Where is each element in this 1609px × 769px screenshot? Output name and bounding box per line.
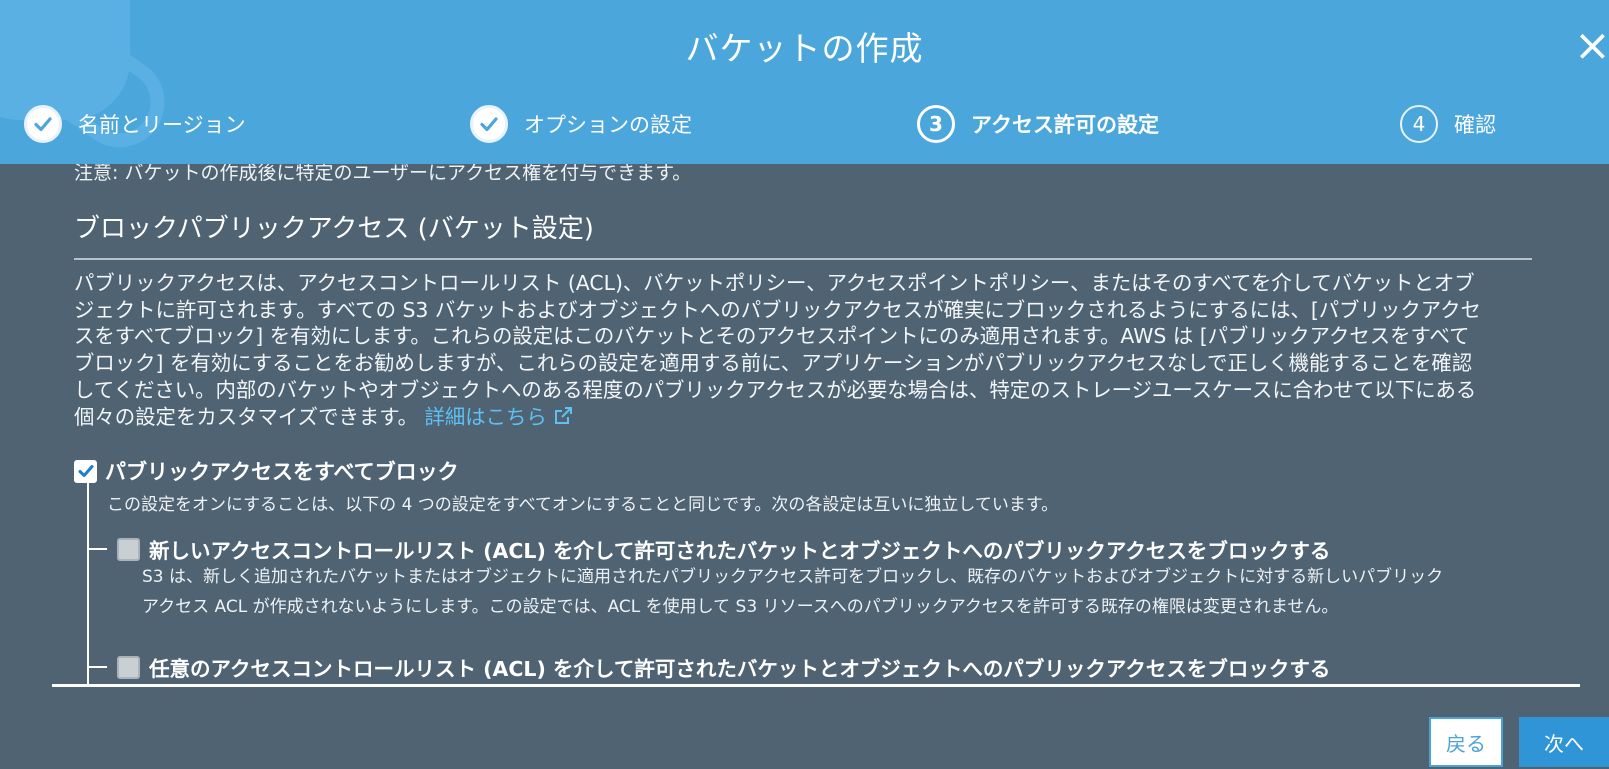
option-checkbox[interactable] (117, 537, 140, 561)
note-text: 注意: バケットの作成後に特定のユーザーにアクセス権を付与できます。 (74, 164, 692, 184)
learn-more-link[interactable]: 詳細はこちら (424, 405, 572, 429)
option-description: S3 は、新しく追加されたバケットまたはオブジェクトに適用されたパブリックアクセ… (142, 562, 1522, 622)
step-label: 確認 (1454, 113, 1496, 137)
option-block-any-acls[interactable]: 任意のアクセスコントロールリスト (ACL) を介して許可されたバケットとオブジ… (87, 652, 1330, 682)
option-label: 新しいアクセスコントロールリスト (ACL) を介して許可されたバケットとオブジ… (149, 539, 1331, 563)
checkmark-icon (78, 465, 93, 477)
description-line: してください。内部のバケットやオブジェクトへのある程度のパブリックアクセスが必要… (74, 377, 1477, 402)
option-label: 任意のアクセスコントロールリスト (ACL) を介して許可されたバケットとオブジ… (149, 657, 1331, 681)
description: パブリックアクセスは、アクセスコントロールリスト (ACL)、バケットポリシー、… (74, 270, 1534, 432)
check-icon (470, 105, 508, 143)
tree-branch (87, 548, 107, 550)
option-description-line: アクセス ACL が作成されないようにします。この設定では、ACL を使用して … (142, 597, 1339, 617)
option-block-new-acls[interactable]: 新しいアクセスコントロールリスト (ACL) を介して許可されたバケットとオブジ… (87, 534, 1330, 564)
back-button[interactable]: 戻る (1429, 717, 1503, 767)
description-line: ブロック] を有効にすることをお勧めしますが、これらの設定を適用する前に、アプリ… (74, 351, 1473, 376)
description-line: スをすべてブロック] を有効にします。これらの設定はこのバケットとそのアクセスポ… (74, 324, 1470, 349)
step-review: 4 確認 (1400, 104, 1496, 144)
permissions-panel: 注意: バケットの作成後に特定のユーザーにアクセス権を付与できます。 ブロックパ… (74, 164, 1534, 684)
block-all-public-access[interactable]: パブリックアクセスをすべてブロック (74, 456, 459, 486)
block-all-checkbox[interactable] (74, 459, 97, 483)
tree-branch (87, 666, 107, 668)
divider (74, 258, 1532, 260)
check-icon (24, 105, 62, 143)
step-permissions: 3 アクセス許可の設定 (917, 104, 1159, 144)
step-options: オプションの設定 (470, 104, 692, 144)
external-link-icon (553, 406, 573, 433)
step-label: オプションの設定 (524, 113, 692, 137)
step-number: 3 (917, 105, 955, 143)
block-all-description: この設定をオンにすることは、以下の 4 つの設定をすべてオンにすることと同じです… (107, 495, 1059, 515)
step-number: 4 (1400, 105, 1438, 143)
wizard-header: バケットの作成 × 名前とリージョン オプションの設定 3 アクセス許可の設定 … (0, 0, 1609, 164)
next-button[interactable]: 次へ (1519, 717, 1609, 767)
description-line-text: 個々の設定をカスタマイズできます。 (74, 404, 418, 429)
step-label: 名前とリージョン (78, 113, 246, 137)
block-all-label: パブリックアクセスをすべてブロック (105, 460, 459, 484)
option-checkbox[interactable] (117, 655, 140, 679)
description-line: 個々の設定をカスタマイズできます。 詳細はこちら (74, 404, 1534, 433)
description-line: パブリックアクセスは、アクセスコントロールリスト (ACL)、バケットポリシー、… (74, 271, 1475, 295)
section-title: ブロックパブリックアクセス (バケット設定) (74, 214, 594, 244)
close-icon[interactable]: × (1574, 24, 1609, 68)
step-name-region: 名前とリージョン (24, 104, 246, 144)
page-title: バケットの作成 (685, 29, 924, 68)
description-line: ジェクトに許可されます。すべての S3 バケットおよびオブジェクトへのパブリック… (74, 297, 1481, 322)
footer-divider (52, 684, 1580, 687)
learn-more-label: 詳細はこちら (424, 404, 547, 429)
step-label: アクセス許可の設定 (971, 113, 1159, 137)
option-description-line: S3 は、新しく追加されたバケットまたはオブジェクトに適用されたパブリックアクセ… (142, 567, 1444, 587)
